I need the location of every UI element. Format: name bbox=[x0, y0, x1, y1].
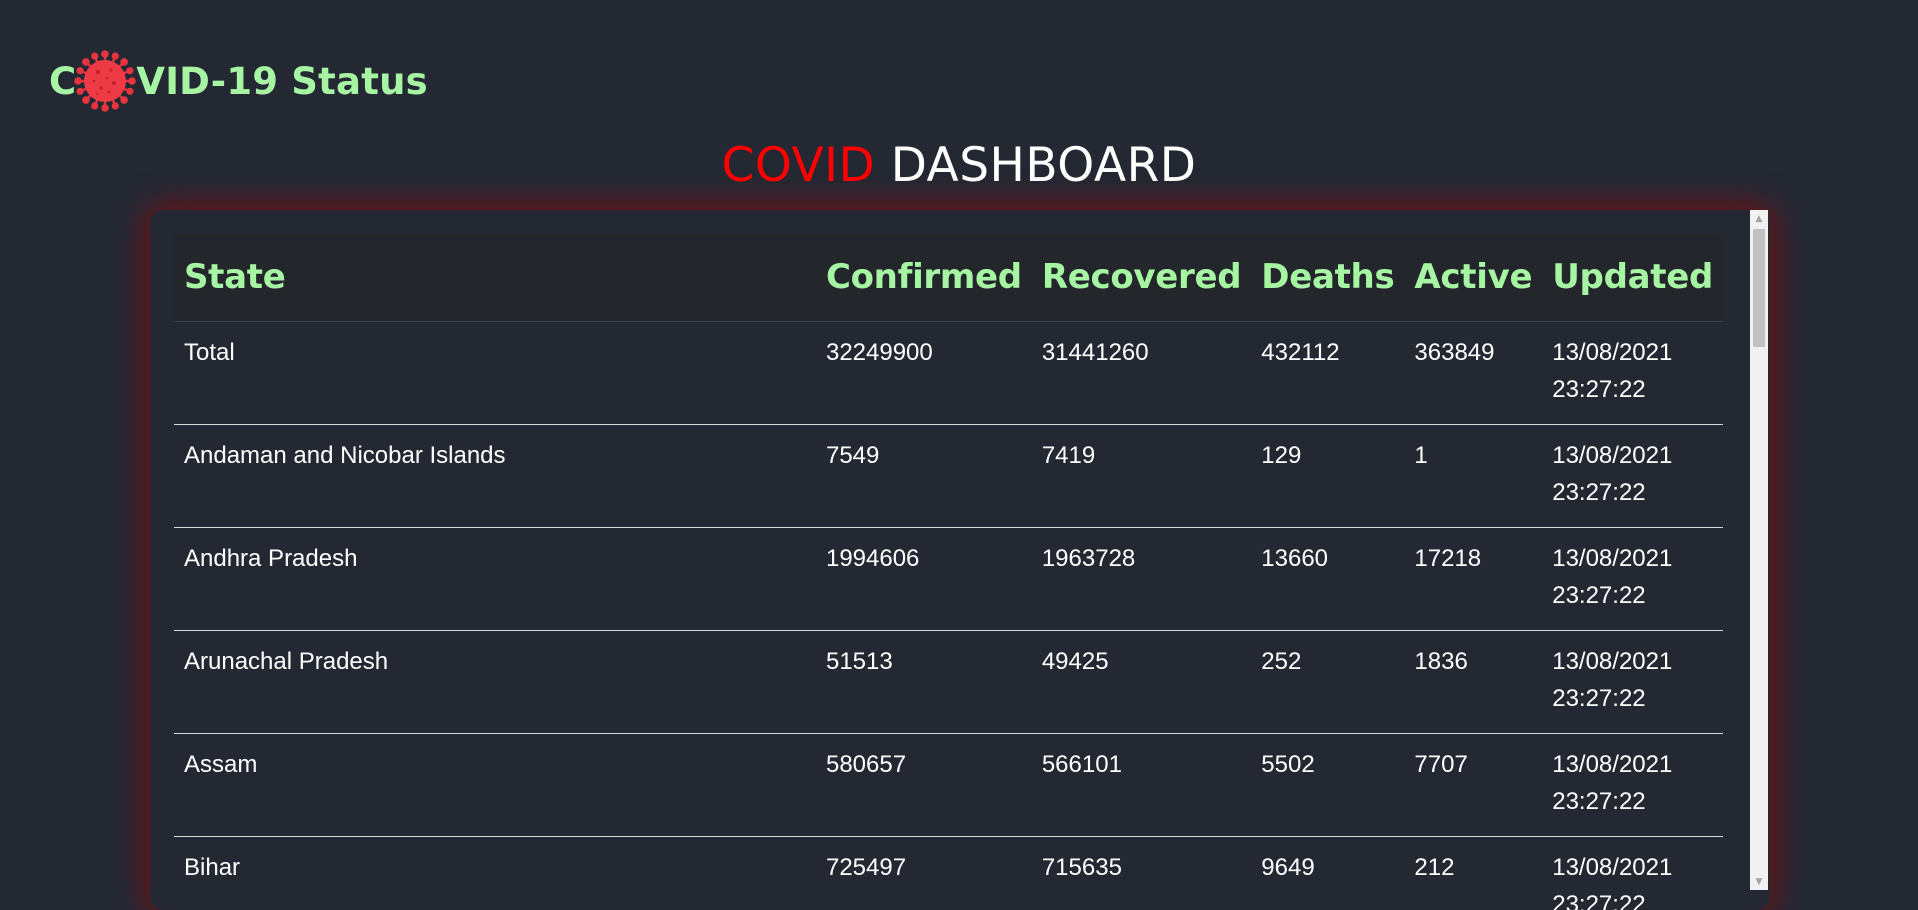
cell-recovered: 566101 bbox=[1032, 733, 1251, 836]
cell-recovered: 49425 bbox=[1032, 630, 1251, 733]
updated-time: 23:27:22 bbox=[1552, 582, 1645, 609]
cell-updated: 13/08/2021 23:27:22 bbox=[1542, 527, 1723, 630]
updated-time: 23:27:22 bbox=[1552, 479, 1645, 506]
table-row: Andhra Pradesh 1994606 1963728 13660 172… bbox=[174, 527, 1723, 630]
cell-recovered: 1963728 bbox=[1032, 527, 1251, 630]
page-title-dashboard: DASHBOARD bbox=[891, 138, 1197, 193]
cell-state: Assam bbox=[174, 733, 816, 836]
scroll-up-arrow-icon[interactable]: ▲ bbox=[1750, 210, 1768, 227]
cell-updated: 13/08/2021 23:27:22 bbox=[1542, 630, 1723, 733]
updated-date: 13/08/2021 bbox=[1552, 751, 1672, 778]
column-header-deaths: Deaths bbox=[1251, 234, 1404, 321]
covid-table-card: State Confirmed Recovered Deaths Active … bbox=[150, 210, 1770, 910]
column-header-active: Active bbox=[1404, 234, 1542, 321]
cell-deaths: 5502 bbox=[1251, 733, 1404, 836]
cell-recovered: 31441260 bbox=[1032, 321, 1251, 424]
table-row: Total 32249900 31441260 432112 363849 13… bbox=[174, 321, 1723, 424]
table-row: Assam 580657 566101 5502 7707 13/08/2021… bbox=[174, 733, 1723, 836]
scroll-down-arrow-icon[interactable]: ▼ bbox=[1750, 873, 1768, 890]
cell-deaths: 432112 bbox=[1251, 321, 1404, 424]
updated-time: 23:27:22 bbox=[1552, 685, 1645, 712]
brand-suffix: VID-19 Status bbox=[136, 60, 427, 103]
updated-time: 23:27:22 bbox=[1552, 891, 1645, 910]
table-scrollbar[interactable]: ▲ ▼ bbox=[1750, 210, 1768, 890]
cell-confirmed: 51513 bbox=[816, 630, 1032, 733]
column-header-updated: Updated bbox=[1542, 234, 1723, 321]
updated-time: 23:27:22 bbox=[1552, 788, 1645, 815]
column-header-recovered: Recovered bbox=[1032, 234, 1251, 321]
column-header-state: State bbox=[174, 234, 816, 321]
cell-deaths: 129 bbox=[1251, 424, 1404, 527]
updated-date: 13/08/2021 bbox=[1552, 442, 1672, 469]
scrollbar-thumb[interactable] bbox=[1753, 229, 1765, 347]
cell-state: Arunachal Pradesh bbox=[174, 630, 816, 733]
cell-deaths: 13660 bbox=[1251, 527, 1404, 630]
cell-state: Bihar bbox=[174, 836, 816, 910]
cell-active: 7707 bbox=[1404, 733, 1542, 836]
cell-state: Total bbox=[174, 321, 816, 424]
cell-updated: 13/08/2021 23:27:22 bbox=[1542, 321, 1723, 424]
covid-status-table: State Confirmed Recovered Deaths Active … bbox=[174, 234, 1723, 910]
cell-state: Andhra Pradesh bbox=[174, 527, 816, 630]
cell-recovered: 715635 bbox=[1032, 836, 1251, 910]
brand-logo[interactable]: C VID-19 Status bbox=[49, 52, 428, 110]
table-row: Bihar 725497 715635 9649 212 13/08/2021 2… bbox=[174, 836, 1723, 910]
cell-active: 1 bbox=[1404, 424, 1542, 527]
cell-updated: 13/08/2021 23:27:22 bbox=[1542, 424, 1723, 527]
page-title-covid: COVID bbox=[722, 138, 876, 193]
cell-recovered: 7419 bbox=[1032, 424, 1251, 527]
column-header-confirmed: Confirmed bbox=[816, 234, 1032, 321]
cell-confirmed: 725497 bbox=[816, 836, 1032, 910]
cell-confirmed: 32249900 bbox=[816, 321, 1032, 424]
cell-confirmed: 580657 bbox=[816, 733, 1032, 836]
table-scroll-area[interactable]: State Confirmed Recovered Deaths Active … bbox=[174, 234, 1723, 910]
table-header-row: State Confirmed Recovered Deaths Active … bbox=[174, 234, 1723, 321]
table-row: Andaman and Nicobar Islands 7549 7419 12… bbox=[174, 424, 1723, 527]
cell-state: Andaman and Nicobar Islands bbox=[174, 424, 816, 527]
updated-date: 13/08/2021 bbox=[1552, 854, 1672, 881]
cell-deaths: 252 bbox=[1251, 630, 1404, 733]
updated-time: 23:27:22 bbox=[1552, 376, 1645, 403]
updated-date: 13/08/2021 bbox=[1552, 648, 1672, 675]
cell-active: 363849 bbox=[1404, 321, 1542, 424]
cell-active: 1836 bbox=[1404, 630, 1542, 733]
cell-updated: 13/08/2021 23:27:22 bbox=[1542, 836, 1723, 910]
cell-deaths: 9649 bbox=[1251, 836, 1404, 910]
updated-date: 13/08/2021 bbox=[1552, 545, 1672, 572]
updated-date: 13/08/2021 bbox=[1552, 339, 1672, 366]
table-row: Arunachal Pradesh 51513 49425 252 1836 1… bbox=[174, 630, 1723, 733]
cell-updated: 13/08/2021 23:27:22 bbox=[1542, 733, 1723, 836]
cell-confirmed: 1994606 bbox=[816, 527, 1032, 630]
cell-confirmed: 7549 bbox=[816, 424, 1032, 527]
cell-active: 212 bbox=[1404, 836, 1542, 910]
cell-active: 17218 bbox=[1404, 527, 1542, 630]
brand-prefix: C bbox=[49, 60, 76, 103]
virus-icon bbox=[74, 50, 136, 112]
page-title: COVID DASHBOARD bbox=[0, 138, 1918, 193]
